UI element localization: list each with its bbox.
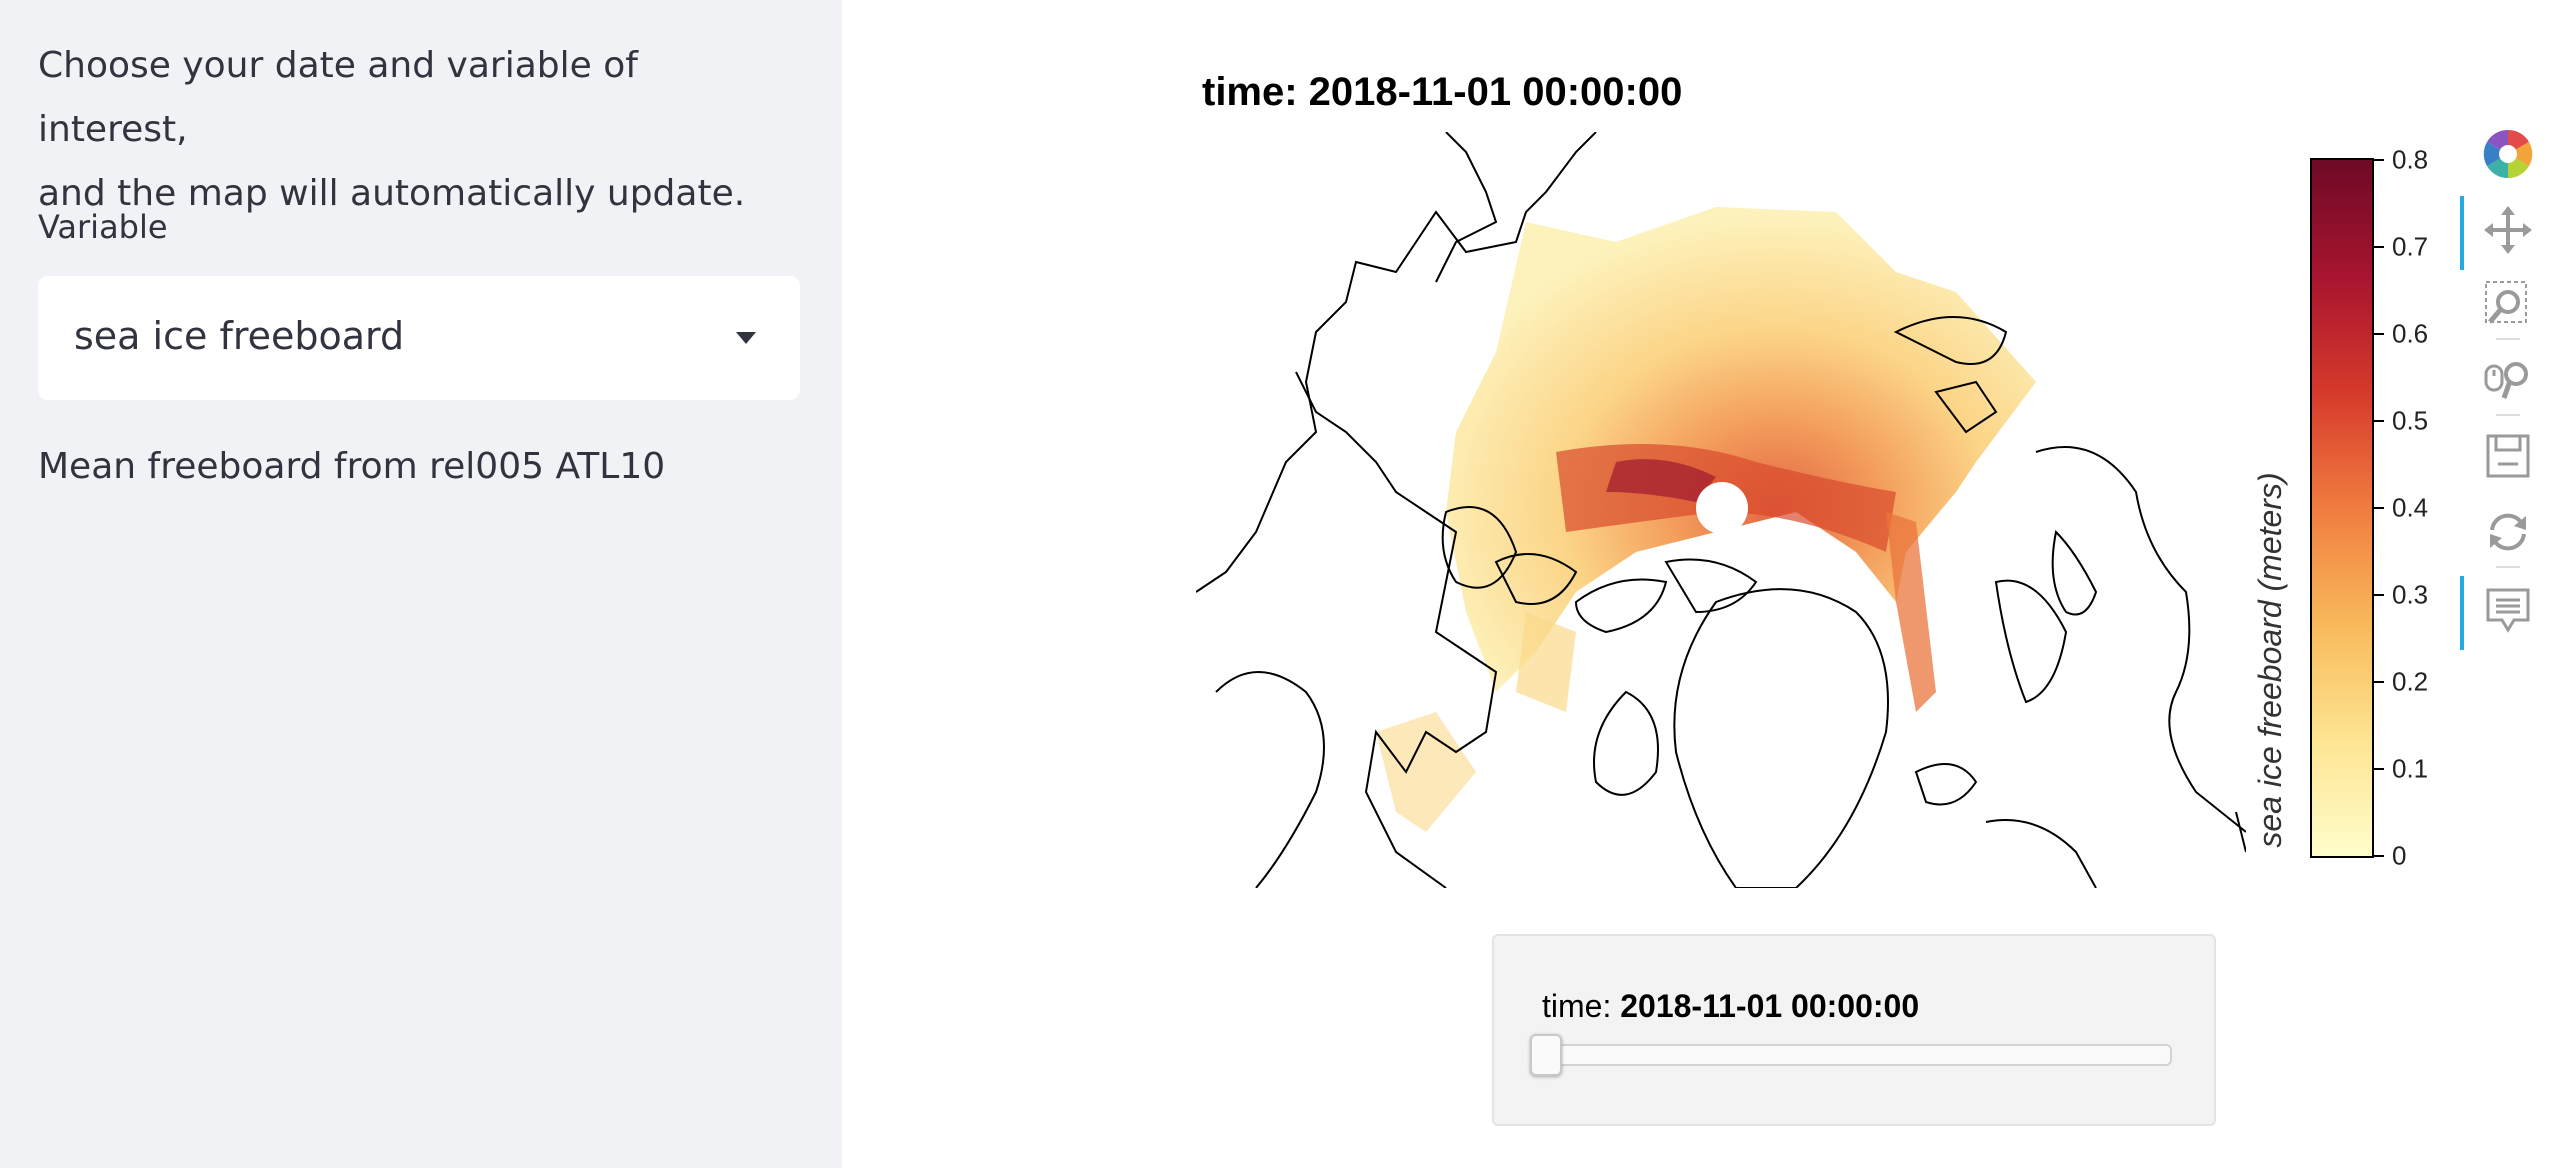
colorbar-tick-mark	[2374, 594, 2384, 596]
map-canvas	[1196, 132, 2246, 888]
variable-description: Mean freeboard from rel005 ATL10	[38, 446, 666, 487]
variable-select-value: sea ice freeboard	[74, 314, 405, 358]
variable-select[interactable]: sea ice freeboard	[38, 276, 800, 400]
wheel-zoom-icon[interactable]	[2482, 354, 2534, 406]
colorbar	[2310, 158, 2374, 858]
colorbar-tick-mark	[2374, 681, 2384, 683]
chevron-down-icon	[736, 332, 756, 344]
hover-active-indicator	[2460, 576, 2464, 650]
colorbar-tick-mark	[2374, 420, 2384, 422]
toolbar-separator	[2496, 414, 2520, 416]
colorbar-tick-label: 0.4	[2392, 492, 2429, 523]
colorbar-tick-label: 0.1	[2392, 753, 2429, 784]
sea-ice-east-strip	[1886, 512, 1936, 712]
colorbar-tick-label: 0	[2392, 840, 2407, 871]
sea-ice-west-patch	[1516, 612, 1576, 712]
time-slider-label-prefix: time:	[1542, 988, 1612, 1024]
box-zoom-icon[interactable]	[2482, 278, 2534, 330]
time-slider-track[interactable]	[1532, 1044, 2172, 1066]
colorbar-tick-mark	[2374, 855, 2384, 857]
sea-ice-south-patch	[1376, 712, 1476, 832]
colorbar-tick-label: 0.7	[2392, 231, 2429, 262]
bokeh-logo-icon[interactable]	[2482, 128, 2534, 180]
colorbar-tick-mark	[2374, 333, 2384, 335]
colorbar-tick-mark	[2374, 507, 2384, 509]
colorbar-tick-label: 0.2	[2392, 666, 2429, 697]
save-icon[interactable]	[2482, 430, 2534, 482]
pole-hole	[1696, 482, 1748, 534]
colorbar-tick-label: 0.6	[2392, 318, 2429, 349]
intro-line-1: Choose your date and variable of interes…	[38, 45, 638, 150]
variable-label: Variable	[38, 208, 168, 246]
colorbar-tick-mark	[2374, 246, 2384, 248]
hover-icon[interactable]	[2482, 584, 2534, 636]
time-slider-label: time: 2018-11-01 00:00:00	[1542, 988, 1919, 1025]
colorbar-tick-label: 0.5	[2392, 405, 2429, 436]
sidebar: Choose your date and variable of interes…	[0, 0, 842, 1168]
time-slider-label-value: 2018-11-01 00:00:00	[1620, 988, 1920, 1024]
sidebar-intro-text: Choose your date and variable of interes…	[38, 34, 798, 226]
colorbar-tick-label: 0.3	[2392, 579, 2429, 610]
reset-icon[interactable]	[2482, 506, 2534, 558]
time-slider-widget: time: 2018-11-01 00:00:00	[1492, 934, 2216, 1126]
pan-active-indicator	[2460, 196, 2464, 270]
colorbar-tick-mark	[2374, 768, 2384, 770]
plot-title: time: 2018-11-01 00:00:00	[1202, 70, 1683, 114]
toolbar-separator	[2496, 338, 2520, 340]
colorbar-tick-label: 0.8	[2392, 144, 2429, 175]
toolbar-separator	[2496, 566, 2520, 568]
pan-icon[interactable]	[2482, 204, 2534, 256]
time-slider-handle[interactable]	[1530, 1034, 1562, 1076]
sea-ice-map[interactable]	[1196, 132, 2246, 888]
plot-toolbar	[2460, 128, 2533, 668]
colorbar-tick-mark	[2374, 159, 2384, 161]
colorbar-title: sea ice freeboard (meters)	[2252, 472, 2288, 848]
